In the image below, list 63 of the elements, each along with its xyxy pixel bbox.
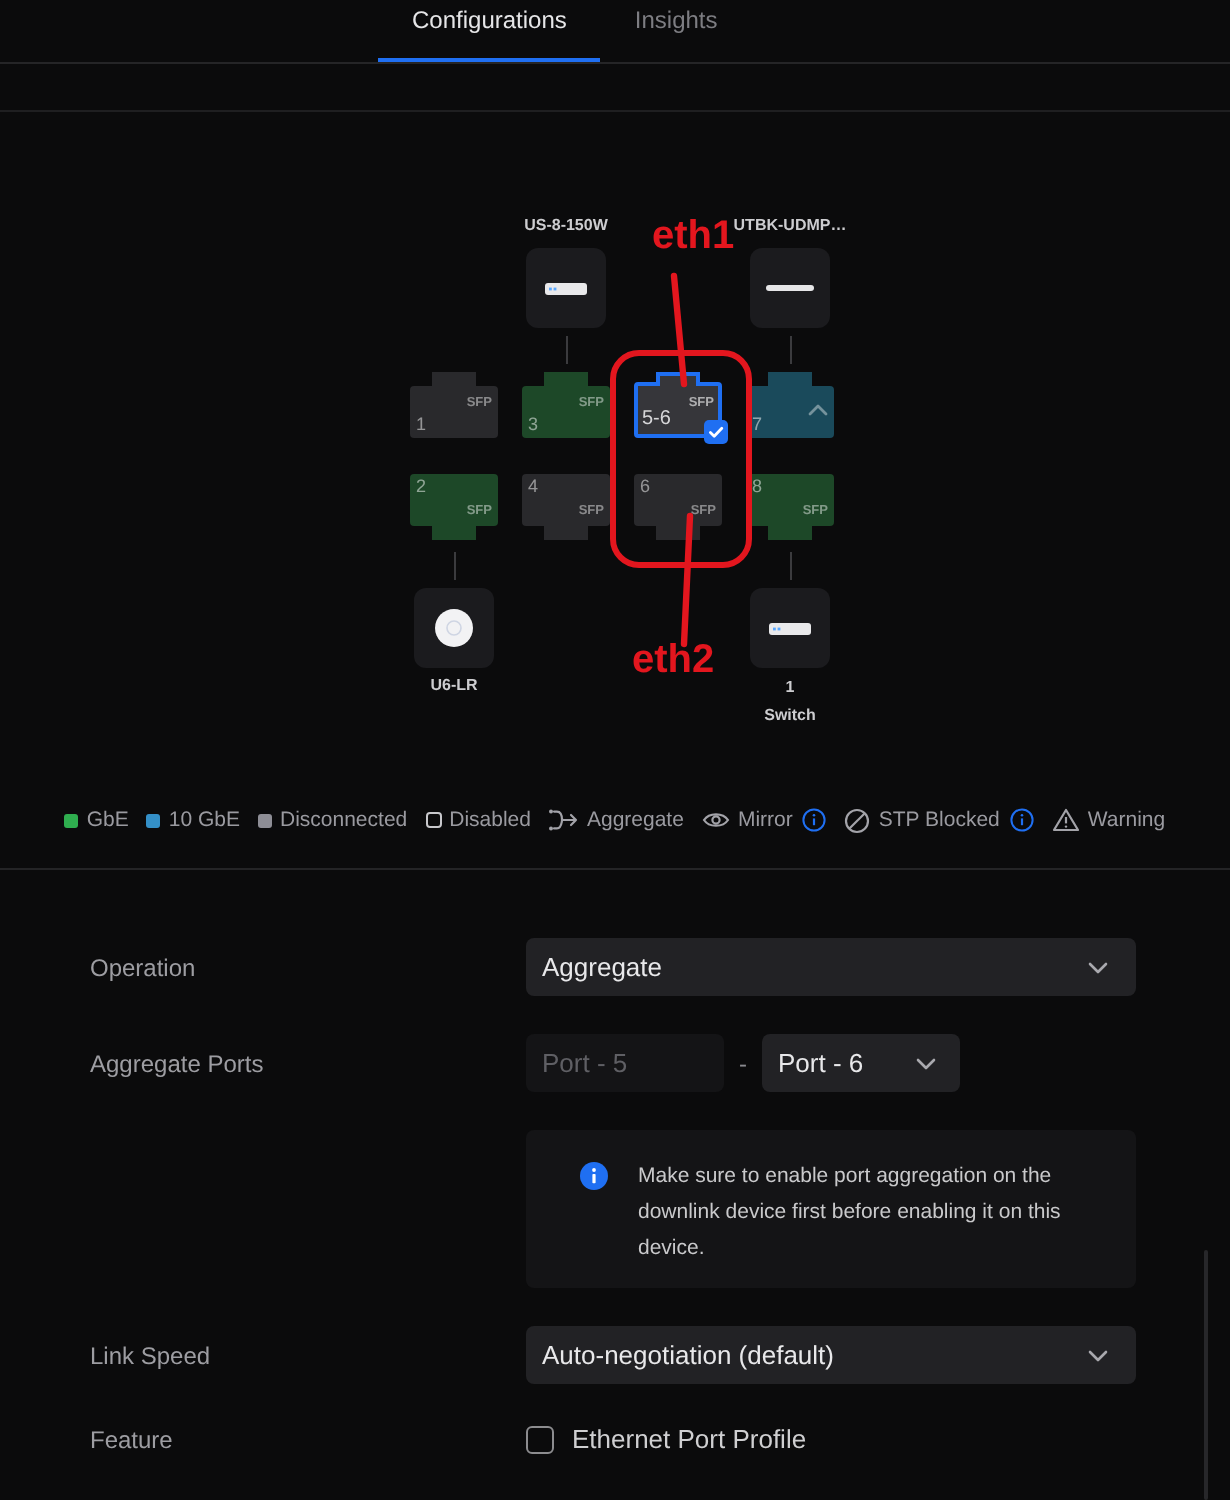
device-tile[interactable] [750,588,830,668]
port-number: 4 [528,476,539,498]
dropdown[interactable]: Auto-negotiation (default) [526,1326,1136,1384]
prohibited-icon [844,807,871,833]
checkbox-label[interactable]: Ethernet Port Profile [572,1420,807,1460]
legend-label: Disconnected [280,806,408,834]
device-tile[interactable] [750,248,830,328]
notice-text: Make sure to enable port aggregation on the downlink device first before enabling it on this device. [638,1162,1063,1264]
field-label: Operation [90,951,198,985]
legend-label: STP Blocked [878,806,1000,834]
checkbox[interactable] [526,1426,554,1454]
switch-icon [544,281,588,295]
dropdown[interactable]: Aggregate [526,938,1136,996]
port-number: 3 [528,414,539,436]
switch-icon [768,621,812,635]
connector-line [565,336,567,364]
device-label: UTBK-UDMP… [733,214,847,236]
chevron-down-icon [1088,1349,1108,1361]
port-number: 7 [752,414,763,436]
range-separator: - [737,1047,749,1081]
chevron-up-icon [808,404,828,416]
eye-icon [701,810,730,830]
connector-line [789,552,791,580]
port-number: 6 [640,476,651,498]
device-label: U6-LR [430,674,478,696]
device-tile[interactable] [414,588,494,668]
port-number: 2 [416,476,427,498]
port-number: 5-6 [642,408,671,432]
field-label: Feature [90,1424,175,1458]
field-label: Aggregate Ports [90,1047,266,1081]
connector-line [789,336,791,364]
tab[interactable]: Configurations [378,0,601,62]
legend-label: 10 GbE [168,806,240,834]
connector-line [453,552,455,580]
device-label: Switch [764,704,816,728]
legend-label: GbE [86,806,129,834]
legend-label: Mirror [737,806,793,834]
access-point-icon [434,608,474,648]
tab[interactable]: Insights [600,0,752,62]
merge-arrow-icon [548,808,579,832]
device-tile[interactable] [526,248,606,328]
info-icon[interactable] [1009,808,1034,832]
annotation-line [668,272,690,388]
info-icon[interactable] [802,808,827,832]
port-field: Port - 5 [526,1034,724,1092]
port-number: 8 [752,476,763,498]
check-badge-icon [704,420,728,444]
annotation-label: eth2 [632,636,715,684]
legend-label: Disabled [449,806,531,834]
empty-square-icon [425,812,442,828]
router-icon [766,284,814,292]
dropdown[interactable]: Port - 6 [762,1034,960,1092]
info-icon [580,1162,608,1190]
device-label: US-8-150W [524,214,608,236]
chevron-down-icon [1088,961,1108,973]
device-label: 1 [785,676,795,700]
annotation-label: eth1 [652,212,735,260]
legend-label: Warning [1087,806,1166,834]
legend-label: Aggregate [586,806,684,834]
warning-icon [1051,808,1080,832]
port-number: 1 [416,414,427,436]
chevron-down-icon [916,1057,936,1069]
field-label: Link Speed [90,1339,213,1373]
